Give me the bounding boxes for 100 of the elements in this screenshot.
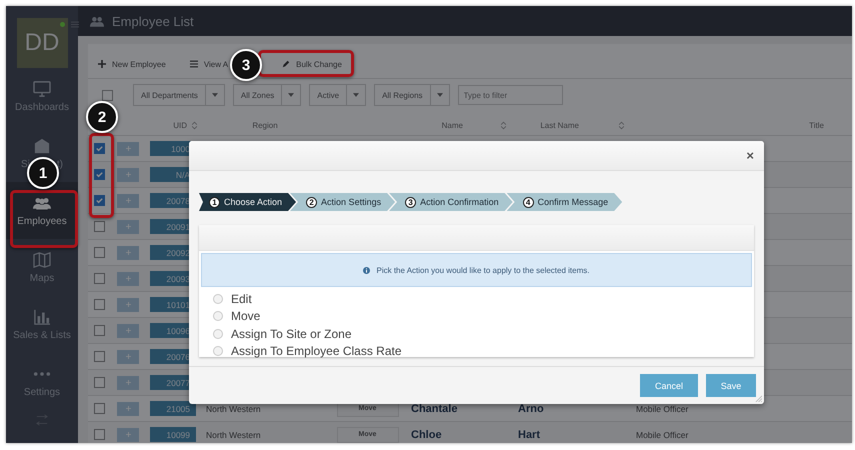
plus-icon <box>126 328 130 333</box>
wizard-step[interactable]: 2 Action Settings <box>290 193 396 211</box>
table-cell-text: Arno <box>517 402 545 414</box>
expand-button[interactable] <box>117 168 139 182</box>
filter-dropdown[interactable]: All Departments <box>133 84 225 106</box>
table-cell-text: Mobile Officer <box>635 430 690 440</box>
expand-button[interactable] <box>117 428 139 442</box>
pencil-icon <box>282 60 290 68</box>
expand-button[interactable] <box>117 272 139 286</box>
radio-button[interactable] <box>213 346 223 356</box>
toolbar-button[interactable]: View A <box>188 56 230 72</box>
plus-icon <box>126 380 130 385</box>
expand-button[interactable] <box>117 246 139 260</box>
filter-field[interactable]: Type to filter <box>458 85 563 105</box>
filter-dropdown[interactable]: Active <box>309 84 366 106</box>
dialog-button[interactable]: Cancel <box>640 374 698 397</box>
radio-option[interactable]: Edit <box>213 290 754 308</box>
column-header[interactable]: Region <box>252 120 278 130</box>
expand-button[interactable] <box>117 298 139 312</box>
filter-dropdown[interactable]: All Regions <box>374 84 450 106</box>
row-checkbox[interactable] <box>94 273 104 284</box>
expand-button[interactable] <box>117 324 139 338</box>
row-checkbox[interactable] <box>94 143 104 154</box>
expand-button[interactable] <box>117 142 139 156</box>
radio-option[interactable]: Move <box>213 308 754 325</box>
row-checkbox[interactable] <box>94 195 104 206</box>
highlight-frame <box>10 190 78 248</box>
plus-icon <box>98 60 106 68</box>
table-cell-text: Chantale <box>410 402 458 414</box>
row-checkbox[interactable] <box>94 247 104 258</box>
table-cell-text: Mobile Officer <box>635 404 690 414</box>
plus-icon <box>126 354 130 359</box>
caret-icon <box>353 93 360 97</box>
monitor-icon <box>33 80 51 96</box>
radio-button[interactable] <box>213 311 223 322</box>
sort-icon[interactable] <box>192 120 197 130</box>
plus-icon <box>126 198 130 203</box>
column-header[interactable]: Name <box>442 120 463 130</box>
resize-grip-icon[interactable] <box>755 395 762 402</box>
plus-icon <box>126 432 130 437</box>
row-checkbox[interactable] <box>94 429 104 440</box>
wizard-step[interactable]: 1 Choose Action <box>199 193 296 211</box>
expand-button[interactable] <box>117 194 139 208</box>
caret-icon <box>436 93 443 97</box>
table-cell-text: Chloe <box>410 428 443 440</box>
table-cell-text: North Western <box>205 404 262 414</box>
plus-icon <box>126 276 130 281</box>
column-header[interactable]: UID <box>173 120 187 130</box>
row-checkbox[interactable] <box>94 221 104 232</box>
radio-option[interactable]: Assign To Site or Zone <box>213 325 754 342</box>
select-all-checkbox[interactable] <box>102 90 113 100</box>
caret-icon <box>288 93 294 97</box>
row-checkbox[interactable] <box>94 325 104 336</box>
sidebar-label: Employees <box>17 216 67 226</box>
plus-icon <box>126 172 130 177</box>
collapse-arrows-icon[interactable] <box>35 414 49 426</box>
dialog-button[interactable]: Save <box>706 374 756 397</box>
info-icon <box>363 266 370 274</box>
more-icon <box>33 370 51 376</box>
uid-tag: 21005 <box>150 401 196 416</box>
status-dot-icon <box>60 22 64 27</box>
table-cell-text: Hart <box>517 428 542 440</box>
list-icon <box>190 60 198 68</box>
plus-icon <box>126 406 130 411</box>
wizard-step[interactable]: 4 Confirm Message <box>506 193 622 211</box>
row-checkbox[interactable] <box>94 169 104 180</box>
radio-button[interactable] <box>213 328 223 339</box>
toolbar-button[interactable]: Bulk Change <box>280 56 344 72</box>
row-checkbox[interactable] <box>94 403 104 414</box>
table-cell-text: North Western <box>205 430 262 440</box>
page-title: Employee List <box>112 14 194 28</box>
expand-button[interactable] <box>117 402 139 416</box>
plus-icon <box>126 224 130 229</box>
menu-icon[interactable] <box>71 21 79 28</box>
sort-icon[interactable] <box>619 120 624 130</box>
radio-option[interactable]: Assign To Employee Class Rate <box>213 342 754 360</box>
filter-dropdown[interactable]: All Zones <box>232 84 302 106</box>
expand-button[interactable] <box>117 376 139 390</box>
toolbar-button[interactable]: New Employee <box>96 56 168 72</box>
row-checkbox[interactable] <box>94 299 104 310</box>
column-header[interactable]: Title <box>809 120 824 130</box>
plus-icon <box>126 302 130 307</box>
wizard-step[interactable]: 3 Action Confirmation <box>389 193 513 211</box>
row-checkbox[interactable] <box>94 377 104 388</box>
expand-button[interactable] <box>117 350 139 364</box>
expand-button[interactable] <box>117 220 139 234</box>
plus-icon <box>126 250 130 255</box>
radio-button[interactable] <box>213 294 223 304</box>
info-message: Pick the Action you would like to apply to the selected items. <box>376 266 590 274</box>
caret-icon <box>212 93 218 97</box>
close-button[interactable]: × <box>744 148 756 163</box>
sort-icon[interactable] <box>501 120 506 130</box>
people-icon <box>90 16 104 26</box>
uid-tag: 10099 <box>150 427 196 442</box>
plus-icon <box>126 146 130 151</box>
map-icon <box>33 252 51 268</box>
column-header[interactable]: Last Name <box>540 120 579 130</box>
bar-chart-icon <box>33 308 51 324</box>
avatar: DD <box>16 18 68 68</box>
row-checkbox[interactable] <box>94 351 104 362</box>
